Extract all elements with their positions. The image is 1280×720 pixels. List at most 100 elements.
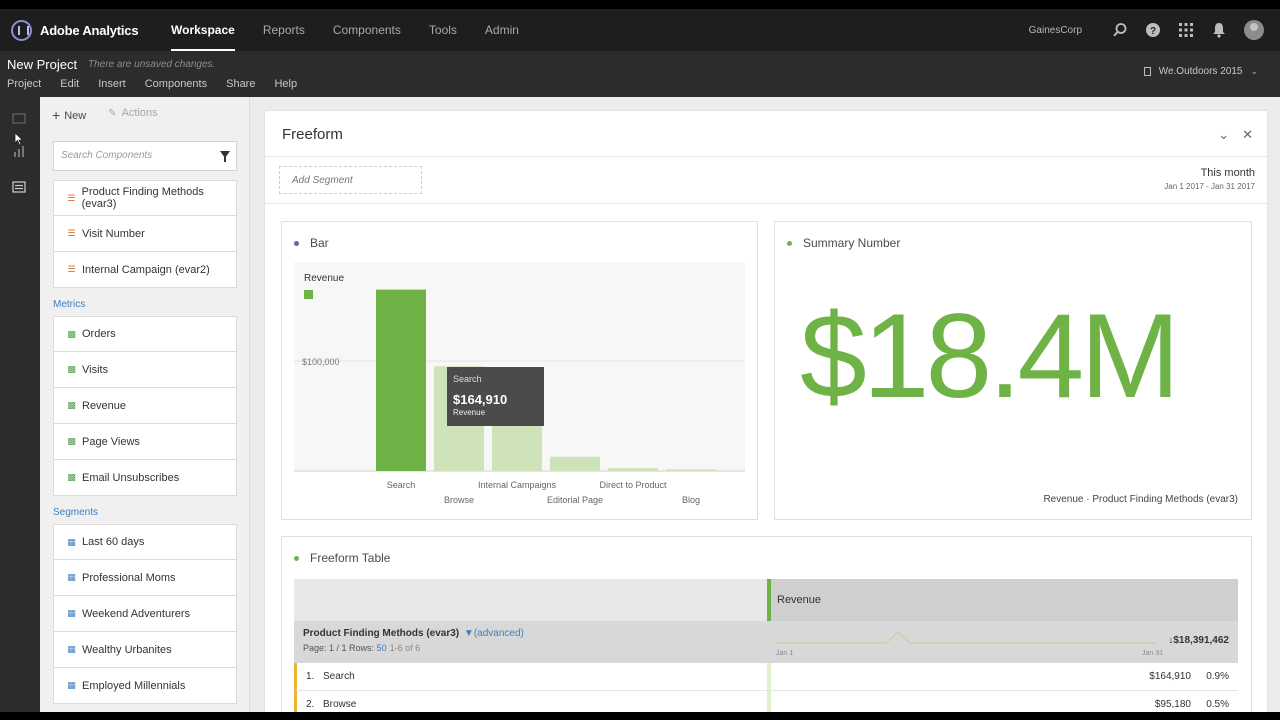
user-avatar[interactable]	[1244, 20, 1264, 40]
component-item-orders[interactable]: ▩ Orders	[53, 316, 237, 352]
component-item-email-unsubscribes[interactable]: ▩ Email Unsubscribes	[53, 460, 237, 496]
plus-icon: +	[52, 107, 61, 123]
viz-header[interactable]: Freeform Table	[294, 551, 390, 565]
nav-workspace[interactable]: Workspace	[171, 9, 235, 51]
row-value-bar	[767, 663, 771, 691]
company-name[interactable]: GainesCorp	[1029, 25, 1082, 36]
rows-per-page[interactable]: 50	[377, 643, 387, 653]
filter-icon: ▼	[463, 628, 474, 639]
menu-project[interactable]: Project	[7, 78, 41, 90]
edit-icon: ✎	[108, 108, 117, 119]
x-tick-label: Editorial Page	[547, 495, 603, 505]
viz-title: Bar	[310, 236, 329, 250]
report-suite-name: We.Outdoors 2015	[1158, 66, 1243, 77]
viz-status-dot	[294, 240, 299, 246]
metrics-section-label: Metrics	[53, 299, 86, 310]
component-item-revenue[interactable]: ▩ Revenue	[53, 388, 237, 424]
component-item-wealthy-urbanites[interactable]: ▦ Wealthy Urbanites	[53, 632, 237, 668]
dimension-icon: ☰	[67, 264, 76, 274]
segment-drop-zone[interactable]: Add Segment	[279, 166, 422, 194]
letterbox-top	[0, 0, 1280, 9]
panel-title[interactable]: Freeform	[282, 126, 343, 143]
pagination: Page: 1 / 1 Rows: 50 1-6 of 6	[303, 643, 421, 653]
viz-header[interactable]: Summary Number	[787, 236, 900, 250]
sparkline-start-label: Jan 1	[776, 650, 794, 657]
component-item-internal-campaign[interactable]: ☰ Internal Campaign (evar2)	[53, 252, 237, 288]
add-segment-placeholder: Add Segment	[292, 175, 353, 186]
menu-edit[interactable]: Edit	[60, 78, 79, 90]
nav-reports[interactable]: Reports	[263, 9, 305, 51]
actions-button[interactable]: ✎ Actions	[108, 107, 157, 123]
nav-tools[interactable]: Tools	[429, 9, 457, 51]
menu-share[interactable]: Share	[226, 78, 255, 90]
viz-header[interactable]: Bar	[294, 236, 329, 250]
apps-grid-icon[interactable]	[1177, 21, 1195, 39]
column-header-revenue[interactable]: Revenue	[767, 579, 1238, 621]
segment-icon: ▦	[67, 680, 76, 690]
metric-icon: ▩	[67, 400, 76, 410]
dimension-header[interactable]: Product Finding Methods (evar3) ▼(advanc…	[303, 628, 524, 639]
menu-help[interactable]: Help	[274, 78, 297, 90]
report-suite-icon	[1143, 67, 1151, 76]
segments-list: ▦ Last 60 days ▦ Professional Moms ▦ Weeken…	[53, 524, 237, 704]
component-item-visit-number[interactable]: ☰ Visit Number	[53, 216, 237, 252]
help-icon[interactable]: ?	[1144, 21, 1162, 39]
summary-number-visualization: Summary Number $18.4M Revenue · Product …	[774, 221, 1252, 520]
component-item-last-60-days[interactable]: ▦ Last 60 days	[53, 524, 237, 560]
viz-status-dot	[787, 240, 792, 246]
components-panel: + New ✎ Actions Search Components ☰ Product…	[40, 97, 250, 712]
app-logo[interactable]: Adobe Analytics	[11, 19, 171, 41]
dimension-icon: ☰	[67, 192, 76, 203]
report-suite-selector[interactable]: We.Outdoors 2015 ⌄	[1143, 66, 1258, 77]
component-item-professional-moms[interactable]: ▦ Professional Moms	[53, 560, 237, 596]
new-component-button[interactable]: + New	[52, 107, 86, 123]
collapse-chevron-icon[interactable]: ⌄	[1218, 127, 1229, 143]
menu-components[interactable]: Components	[145, 78, 207, 90]
component-item-product-finding-methods[interactable]: ☰ Product Finding Methods (evar3)	[53, 180, 237, 216]
bar	[376, 289, 426, 471]
chart-tooltip: Search $164,910 Revenue	[447, 367, 544, 426]
component-item-page-views[interactable]: ▩ Page Views	[53, 424, 237, 460]
components-list-icon[interactable]	[12, 181, 26, 193]
notifications-bell-icon[interactable]	[1210, 21, 1228, 39]
top-navigation: Adobe Analytics Workspace Reports Compon…	[0, 9, 1280, 51]
component-item-weekend-adventurers[interactable]: ▦ Weekend Adventurers	[53, 596, 237, 632]
dimension-icon: ☰	[67, 228, 76, 238]
letterbox-bottom	[0, 712, 1280, 720]
legend-label: Revenue	[304, 273, 344, 284]
row-range: 1-6 of 6	[389, 643, 421, 653]
svg-text:?: ?	[1150, 26, 1156, 37]
unsaved-changes-notice: There are unsaved changes.	[88, 59, 216, 70]
app-window: Adobe Analytics Workspace Reports Compon…	[0, 0, 1280, 720]
viz-title: Summary Number	[803, 236, 901, 250]
menu-insert[interactable]: Insert	[98, 78, 126, 90]
nav-admin[interactable]: Admin	[485, 9, 519, 51]
table-row[interactable]: 1. Search $164,910 0.9%	[294, 663, 1238, 691]
project-title[interactable]: New Project	[7, 57, 77, 72]
nav-components[interactable]: Components	[333, 9, 401, 51]
component-item-employed-millennials[interactable]: ▦ Employed Millennials	[53, 668, 237, 704]
bar-visualization: Bar $100,000 Revenue Search Browse Internal …	[281, 221, 758, 520]
row-percent: 0.9%	[1206, 671, 1229, 682]
metric-icon: ▩	[67, 472, 76, 482]
search-components-input[interactable]: Search Components	[53, 141, 237, 171]
date-range-dates: Jan 1 2017 - Jan 31 2017	[1164, 182, 1255, 191]
metric-icon: ▩	[67, 364, 76, 374]
table-header: Revenue	[294, 579, 1238, 621]
x-tick-label: Search	[387, 480, 416, 490]
component-item-visits[interactable]: ▩ Visits	[53, 352, 237, 388]
row-number: 2.	[306, 699, 315, 710]
filter-icon[interactable]	[220, 151, 230, 162]
project-menu: Project Edit Insert Components Share Hel…	[7, 78, 316, 90]
divider	[265, 156, 1267, 157]
table-dimension-header: Product Finding Methods (evar3) ▼(advanc…	[294, 621, 1238, 663]
close-icon[interactable]: ✕	[1242, 127, 1253, 143]
segment-icon: ▦	[67, 644, 76, 654]
panels-icon[interactable]	[12, 113, 26, 125]
search-icon[interactable]	[1111, 21, 1129, 39]
date-range-selector[interactable]: This month Jan 1 2017 - Jan 31 2017	[1164, 167, 1255, 191]
visualizations-icon[interactable]	[12, 145, 26, 157]
advanced-filter-link[interactable]: ▼(advanced)	[464, 628, 524, 639]
segment-icon: ▦	[67, 572, 76, 582]
segment-icon: ▦	[67, 608, 76, 618]
